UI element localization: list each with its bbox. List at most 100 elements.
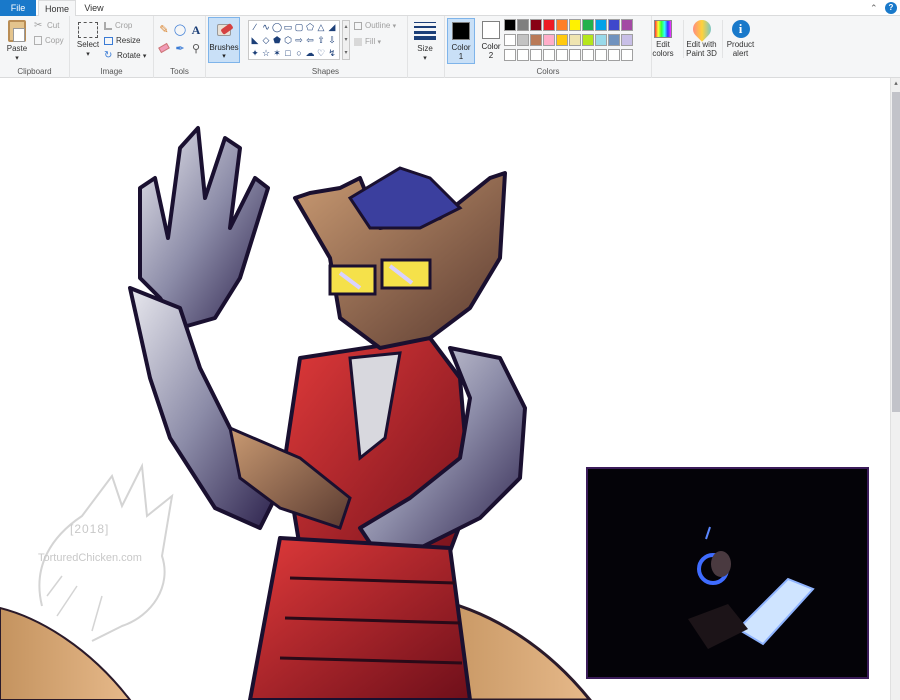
color-picker-icon[interactable]: ✒ bbox=[173, 43, 187, 55]
brushes-label: Brushes bbox=[209, 43, 239, 52]
oval-shape-icon[interactable]: ◯ bbox=[272, 23, 282, 32]
watermark-site: TorturedChicken.com bbox=[38, 552, 142, 564]
cut-button[interactable]: ✂ Cut bbox=[34, 20, 59, 32]
right-triangle-shape-icon[interactable]: ◢ bbox=[327, 23, 337, 32]
size-button[interactable]: Size ▾ bbox=[410, 20, 440, 63]
palette-swatch[interactable] bbox=[621, 19, 633, 31]
rotate-label: Rotate bbox=[117, 51, 141, 60]
eraser-icon[interactable] bbox=[157, 42, 171, 55]
down-arrow-shape-icon[interactable]: ⇩ bbox=[327, 36, 337, 45]
polygon-shape-icon[interactable]: ⬠ bbox=[305, 23, 315, 32]
palette-swatch[interactable] bbox=[569, 34, 581, 46]
rounded-callout-shape-icon[interactable]: □ bbox=[283, 49, 293, 58]
palette-swatch[interactable] bbox=[517, 49, 529, 61]
palette-swatch[interactable] bbox=[595, 49, 607, 61]
fill-icon bbox=[354, 37, 362, 46]
palette-swatch[interactable] bbox=[504, 34, 516, 46]
scissors-icon: ✂ bbox=[34, 19, 43, 31]
oval-callout-shape-icon[interactable]: ○ bbox=[294, 49, 304, 58]
rectangle-shape-icon[interactable]: ▭ bbox=[283, 23, 293, 32]
lightning-shape-icon[interactable]: ↯ bbox=[327, 49, 337, 58]
color-1-button[interactable]: Color 1 bbox=[447, 18, 475, 64]
palette-swatch[interactable] bbox=[504, 49, 516, 61]
brush-icon bbox=[215, 22, 235, 40]
palette-swatch[interactable] bbox=[621, 34, 633, 46]
tools-group-label: Tools bbox=[170, 67, 189, 76]
four-point-star-shape-icon[interactable]: ✦ bbox=[250, 49, 260, 58]
palette-swatch[interactable] bbox=[530, 19, 542, 31]
palette-swatch[interactable] bbox=[608, 49, 620, 61]
palette-swatch[interactable] bbox=[504, 19, 516, 31]
pencil-icon[interactable]: ✎ bbox=[157, 24, 171, 36]
diamond-shape-icon[interactable]: ◇ bbox=[261, 36, 271, 45]
left-arrow-shape-icon[interactable]: ⇦ bbox=[305, 36, 315, 45]
scrollbar-thumb[interactable] bbox=[892, 92, 900, 412]
color-2-button[interactable]: Color 2 bbox=[477, 18, 505, 64]
brushes-button[interactable]: Brushes ▾ bbox=[208, 17, 240, 63]
curve-shape-icon[interactable]: ∿ bbox=[261, 23, 271, 32]
help-icon[interactable]: ? bbox=[885, 2, 897, 14]
crop-button[interactable]: Crop bbox=[104, 20, 132, 32]
palette-swatch[interactable] bbox=[530, 49, 542, 61]
tab-home[interactable]: Home bbox=[38, 0, 76, 17]
line-shape-icon[interactable]: ∕ bbox=[250, 23, 260, 32]
triangle-shape-icon[interactable]: △ bbox=[316, 23, 326, 32]
glasses-right-lens bbox=[380, 258, 432, 290]
paste-button[interactable]: Paste ▾ bbox=[4, 20, 30, 63]
hexagon-shape-icon[interactable]: ⬡ bbox=[283, 36, 293, 45]
palette-swatch[interactable] bbox=[608, 34, 620, 46]
colors-group-label: Colors bbox=[536, 67, 560, 76]
palette-swatch[interactable] bbox=[543, 34, 555, 46]
palette-swatch[interactable] bbox=[569, 19, 581, 31]
palette-swatch[interactable] bbox=[556, 49, 568, 61]
resize-icon bbox=[104, 36, 113, 45]
copy-button[interactable]: Copy bbox=[34, 35, 64, 47]
up-arrow-shape-icon[interactable]: ⇧ bbox=[316, 36, 326, 45]
edit-colors-button[interactable]: Edit colors bbox=[652, 20, 674, 58]
palette-swatch[interactable] bbox=[582, 34, 594, 46]
cloud-callout-shape-icon[interactable]: ☁ bbox=[305, 49, 315, 58]
edit-colors-line2: colors bbox=[652, 49, 674, 58]
five-point-star-shape-icon[interactable]: ☆ bbox=[261, 49, 271, 58]
right-triangle-2-shape-icon[interactable]: ◣ bbox=[250, 36, 260, 45]
palette-swatch[interactable] bbox=[595, 34, 607, 46]
product-alert-button[interactable]: i Product alert bbox=[722, 20, 758, 58]
palette-swatch[interactable] bbox=[608, 19, 620, 31]
palette-swatch[interactable] bbox=[569, 49, 581, 61]
palette-swatch[interactable] bbox=[595, 19, 607, 31]
scroll-up-icon[interactable]: ▴ bbox=[891, 78, 900, 90]
outline-button[interactable]: Outline ▾ bbox=[354, 20, 396, 32]
edit-with-paint-3d-button[interactable]: Edit with Paint 3D bbox=[683, 16, 719, 58]
right-arrow-shape-icon[interactable]: ⇨ bbox=[294, 36, 304, 45]
palette-swatch[interactable] bbox=[556, 19, 568, 31]
ribbon: Paste ▾ ✂ Cut Copy Clipboard Select ▾ Cro… bbox=[0, 16, 900, 78]
tab-file[interactable]: File bbox=[0, 0, 36, 16]
selection-icon bbox=[78, 22, 98, 38]
six-point-star-shape-icon[interactable]: ✶ bbox=[272, 49, 282, 58]
palette-swatch[interactable] bbox=[517, 19, 529, 31]
resize-button[interactable]: Resize bbox=[104, 35, 140, 47]
pentagon-shape-icon[interactable]: ⬟ bbox=[272, 36, 282, 45]
vertical-scrollbar[interactable]: ▴ bbox=[890, 78, 900, 700]
fill-button[interactable]: Fill ▾ bbox=[354, 36, 381, 48]
tab-view[interactable]: View bbox=[78, 0, 110, 16]
palette-swatch[interactable] bbox=[543, 49, 555, 61]
text-tool-icon[interactable]: A bbox=[189, 24, 203, 36]
palette-swatch[interactable] bbox=[543, 19, 555, 31]
collapse-ribbon-icon[interactable]: ⌃ bbox=[870, 2, 880, 14]
palette-swatch[interactable] bbox=[621, 49, 633, 61]
heart-shape-icon[interactable]: ♡ bbox=[316, 49, 326, 58]
palette-swatch[interactable] bbox=[530, 34, 542, 46]
shapes-gallery-scroll[interactable]: ▴ ▾ ▾ bbox=[342, 20, 350, 60]
palette-swatch[interactable] bbox=[582, 49, 594, 61]
edit-colors-line1: Edit bbox=[656, 40, 670, 49]
palette-swatch[interactable] bbox=[517, 34, 529, 46]
fill-bucket-icon[interactable]: ◯ bbox=[173, 24, 187, 36]
rotate-button[interactable]: ↻ Rotate ▾ bbox=[104, 50, 146, 62]
palette-swatch[interactable] bbox=[582, 19, 594, 31]
rounded-rectangle-shape-icon[interactable]: ▢ bbox=[294, 23, 304, 32]
palette-swatch[interactable] bbox=[556, 34, 568, 46]
resize-label: Resize bbox=[116, 36, 141, 45]
select-button[interactable]: Select ▾ bbox=[76, 22, 100, 59]
magnifier-icon[interactable]: ⚲ bbox=[189, 43, 203, 55]
